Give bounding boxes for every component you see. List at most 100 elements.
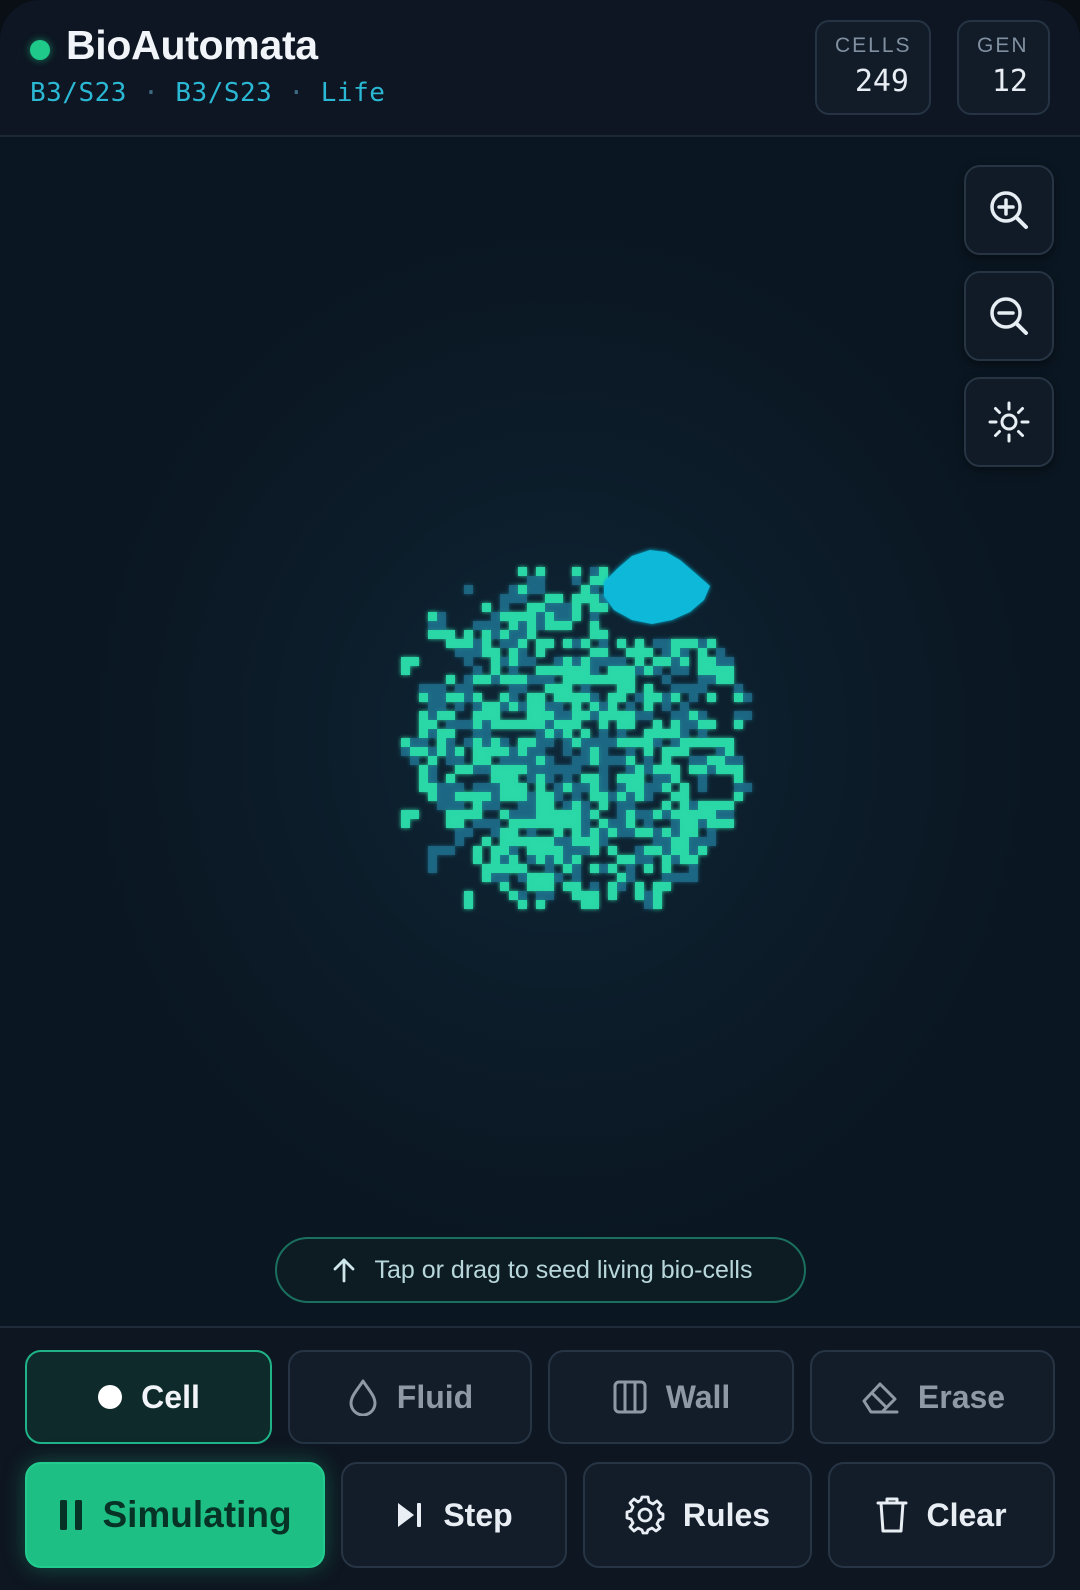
live-cell: [554, 621, 563, 630]
dying-cell: [689, 684, 698, 693]
dying-cell: [563, 765, 572, 774]
dying-cell: [464, 585, 473, 594]
live-cell: [554, 693, 563, 702]
live-cell: [653, 657, 662, 666]
dying-cell: [680, 684, 689, 693]
live-cell: [428, 630, 437, 639]
live-cell: [518, 738, 527, 747]
live-cell: [707, 693, 716, 702]
dying-cell: [653, 639, 662, 648]
dying-cell: [626, 702, 635, 711]
live-cell: [554, 828, 563, 837]
dying-cell: [536, 675, 545, 684]
live-cell: [518, 747, 527, 756]
live-cell: [473, 855, 482, 864]
dying-cell: [455, 801, 464, 810]
dying-cell: [518, 756, 527, 765]
live-cell: [536, 882, 545, 891]
live-cell: [491, 657, 500, 666]
live-cell: [698, 720, 707, 729]
live-cell: [536, 846, 545, 855]
dying-cell: [680, 873, 689, 882]
dying-cell: [536, 729, 545, 738]
clear-button[interactable]: Clear: [828, 1462, 1055, 1568]
live-cell: [635, 828, 644, 837]
dying-cell: [644, 765, 653, 774]
live-cell: [545, 639, 554, 648]
dying-cell: [446, 747, 455, 756]
live-cell: [608, 675, 617, 684]
live-cell: [500, 693, 509, 702]
live-cell: [500, 765, 509, 774]
dying-cell: [599, 702, 608, 711]
live-cell: [500, 792, 509, 801]
dying-cell: [473, 729, 482, 738]
live-cell: [536, 810, 545, 819]
live-cell: [482, 864, 491, 873]
dying-cell: [536, 576, 545, 585]
cells-counter: CELLS 249: [815, 20, 931, 115]
live-cell: [536, 900, 545, 909]
tool-wall-button[interactable]: Wall: [548, 1350, 794, 1444]
live-cell: [563, 819, 572, 828]
tool-erase-button[interactable]: Erase: [810, 1350, 1055, 1444]
live-cell: [698, 810, 707, 819]
dying-cell: [671, 738, 680, 747]
dying-cell: [698, 774, 707, 783]
dying-cell: [572, 765, 581, 774]
dying-cell: [635, 846, 644, 855]
dying-cell: [518, 621, 527, 630]
zoom-in-button[interactable]: [964, 165, 1054, 255]
live-cell: [527, 603, 536, 612]
rules-button[interactable]: Rules: [583, 1462, 812, 1568]
tool-cell-button[interactable]: Cell: [25, 1350, 272, 1444]
live-cell: [608, 693, 617, 702]
rule-separator: ·: [288, 78, 321, 108]
dying-cell: [482, 729, 491, 738]
live-cell: [518, 783, 527, 792]
live-cell: [707, 801, 716, 810]
dying-cell: [662, 810, 671, 819]
tool-erase-label: Erase: [917, 1378, 1006, 1415]
simulation-canvas[interactable]: Tap or drag to seed living bio-cells: [0, 139, 1080, 1326]
live-cell: [446, 693, 455, 702]
dying-cell: [491, 783, 500, 792]
live-cell: [401, 666, 410, 675]
dying-cell: [563, 738, 572, 747]
dying-cell: [554, 792, 563, 801]
dying-cell: [482, 819, 491, 828]
live-cell: [626, 738, 635, 747]
droplet-icon: [349, 1379, 377, 1416]
step-button[interactable]: Step: [341, 1462, 567, 1568]
dying-cell: [464, 828, 473, 837]
live-cell: [527, 702, 536, 711]
live-cell: [599, 819, 608, 828]
live-cell: [590, 837, 599, 846]
live-cell: [401, 810, 410, 819]
dying-cell: [437, 792, 446, 801]
tool-fluid-button[interactable]: Fluid: [288, 1350, 532, 1444]
dying-cell: [590, 657, 599, 666]
dying-cell: [608, 819, 617, 828]
dying-cell: [590, 666, 599, 675]
live-cell: [527, 720, 536, 729]
arrow-up-icon: [333, 1258, 354, 1283]
dying-cell: [482, 738, 491, 747]
cells-label: CELLS: [835, 34, 912, 57]
live-cell: [716, 819, 725, 828]
live-cell: [626, 756, 635, 765]
dying-cell: [599, 756, 608, 765]
live-cell: [446, 639, 455, 648]
zoom-out-button[interactable]: [964, 271, 1054, 361]
dying-cell: [455, 720, 464, 729]
live-cell: [473, 738, 482, 747]
dying-cell: [428, 729, 437, 738]
live-cell: [509, 855, 518, 864]
dying-cell: [662, 873, 671, 882]
live-cell: [491, 648, 500, 657]
brightness-icon: [988, 401, 1030, 443]
brightness-button[interactable]: [964, 377, 1054, 467]
simulate-toggle-button[interactable]: Simulating: [25, 1462, 325, 1568]
live-cell: [563, 675, 572, 684]
live-cell: [644, 684, 653, 693]
